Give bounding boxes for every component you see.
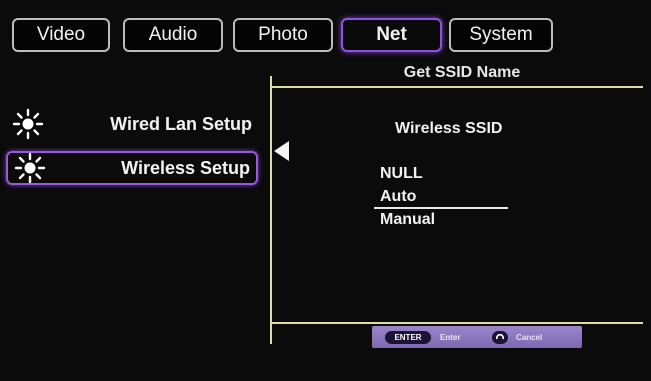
left-arrow-icon bbox=[274, 141, 289, 161]
option-null[interactable]: NULL bbox=[380, 165, 423, 183]
enter-key-badge: ENTER bbox=[385, 331, 431, 344]
tab-system-label: System bbox=[469, 24, 533, 45]
tab-system[interactable]: System bbox=[449, 18, 553, 52]
panel-title: Get SSID Name bbox=[403, 64, 521, 81]
option-auto[interactable]: Auto bbox=[380, 188, 416, 206]
tab-video[interactable]: Video bbox=[12, 18, 110, 52]
key-hint-bar: ENTER Enter Cancel bbox=[372, 326, 582, 348]
return-arrow-icon bbox=[496, 333, 504, 340]
tab-net[interactable]: Net bbox=[341, 18, 442, 52]
sun-icon bbox=[12, 108, 44, 140]
sidebar-item-label: Wired Lan Setup bbox=[110, 113, 252, 134]
panel-divider-vertical bbox=[270, 76, 272, 344]
option-highlight-underline bbox=[374, 207, 508, 209]
panel-subtitle: Wireless SSID bbox=[395, 120, 503, 137]
sidebar-item-wired-lan-setup[interactable]: Wired Lan Setup bbox=[6, 107, 258, 141]
panel-divider-bottom bbox=[272, 322, 643, 324]
enter-hint-label: Enter bbox=[440, 333, 461, 342]
tab-net-label: Net bbox=[376, 24, 407, 45]
tab-photo-label: Photo bbox=[258, 24, 308, 45]
sidebar-item-wireless-setup[interactable]: Wireless Setup bbox=[6, 151, 258, 185]
settings-screen: Video Audio Photo Net System Wired Lan S… bbox=[0, 0, 651, 381]
back-icon bbox=[492, 331, 508, 344]
sidebar-item-label: Wireless Setup bbox=[121, 157, 250, 178]
option-manual[interactable]: Manual bbox=[380, 211, 435, 229]
panel-divider-top bbox=[272, 86, 643, 88]
cancel-hint-label: Cancel bbox=[516, 333, 543, 342]
sun-icon bbox=[14, 152, 46, 184]
tab-audio[interactable]: Audio bbox=[123, 18, 223, 52]
tab-audio-label: Audio bbox=[148, 24, 198, 45]
tab-photo[interactable]: Photo bbox=[233, 18, 333, 52]
tab-video-label: Video bbox=[36, 24, 86, 45]
